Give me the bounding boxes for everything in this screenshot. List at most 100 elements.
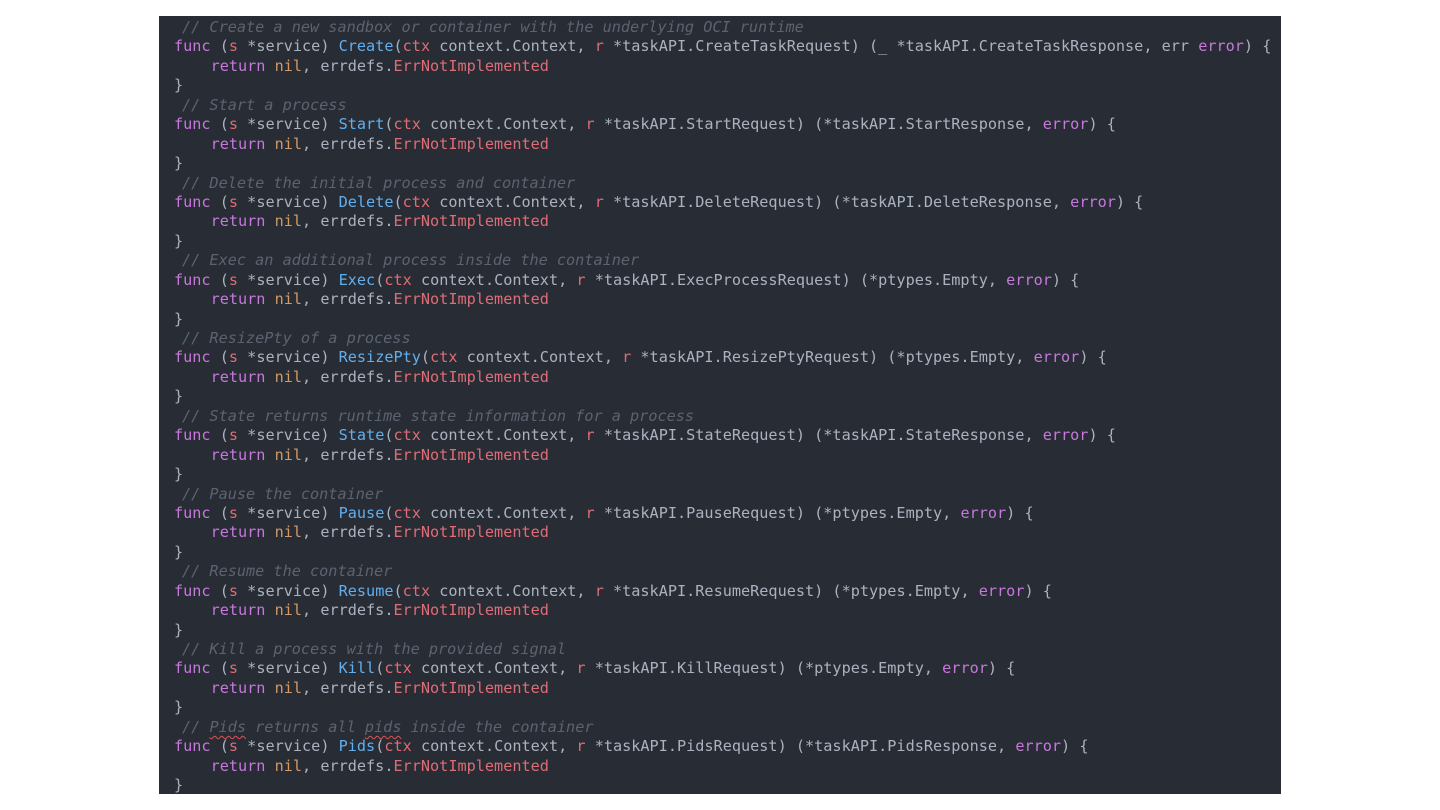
code-comment: // Kill a process with the provided sign… [182, 640, 567, 658]
keyword-func: func [174, 270, 211, 289]
error-constant: ErrNotImplemented [393, 523, 549, 542]
punct: ) { [1006, 503, 1034, 522]
closing-brace: } [174, 465, 184, 484]
punct: ) { [1051, 270, 1080, 289]
param-r: r [576, 270, 586, 289]
punct: ) { [1243, 37, 1272, 56]
param-type: context.Context, [430, 581, 595, 600]
punct: ( [393, 192, 403, 211]
keyword-return: return [210, 367, 266, 386]
keyword-return: return [210, 756, 266, 775]
punct: ( [210, 115, 229, 134]
code-comment-line: // Exec an additional process inside the… [174, 251, 1271, 270]
keyword-func: func [174, 115, 211, 134]
code-close-line: } [174, 387, 1271, 406]
code-func-line: func (s *service) Resume(ctx context.Con… [174, 582, 1271, 601]
keyword-return: return [210, 56, 266, 75]
code-return-line: return nil, errdefs.ErrNotImplemented [174, 757, 1271, 776]
nil-value: nil [265, 367, 303, 386]
code-return-line: return nil, errdefs.ErrNotImplemented [174, 212, 1271, 231]
keyword-return: return [210, 134, 266, 153]
pkg-errdefs: , errdefs. [302, 367, 394, 386]
receiver-name: s [228, 115, 239, 134]
param-ctx: ctx [384, 659, 412, 678]
error-constant: ErrNotImplemented [393, 678, 549, 697]
param-r: r [585, 426, 595, 445]
nil-value: nil [265, 212, 303, 231]
pkg-errdefs: , errdefs. [302, 290, 394, 309]
error-constant: ErrNotImplemented [393, 212, 549, 231]
pkg-errdefs: , errdefs. [302, 756, 394, 775]
receiver-type: *service) [238, 737, 339, 756]
receiver-type: *service) [238, 659, 339, 678]
code-return-line: return nil, errdefs.ErrNotImplemented [174, 679, 1271, 698]
closing-brace: } [174, 154, 184, 173]
param-type: context.Context, [411, 737, 577, 756]
punct: ( [384, 115, 394, 134]
signature-rest: *taskAPI.PidsRequest) (*taskAPI.PidsResp… [585, 737, 1016, 756]
punct: ( [210, 37, 229, 56]
punct: ( [375, 659, 385, 678]
code-return-line: return nil, errdefs.ErrNotImplemented [174, 368, 1271, 387]
signature-rest: *taskAPI.PauseRequest) (*ptypes.Empty, [594, 503, 961, 522]
keyword-return: return [210, 290, 266, 309]
code-comment: // Exec an additional process inside the… [182, 251, 640, 270]
code-comment: // Pause the container [182, 484, 384, 503]
punct: ( [393, 581, 403, 600]
spelling-warning: Pids [209, 717, 247, 736]
error-constant: ErrNotImplemented [393, 367, 549, 386]
keyword-func: func [174, 659, 211, 678]
code-func-line: func (s *service) Start(ctx context.Cont… [174, 115, 1271, 134]
receiver-type: *service) [238, 37, 339, 56]
code-return-line: return nil, errdefs.ErrNotImplemented [174, 57, 1271, 76]
punct: ) { [1079, 348, 1107, 367]
pkg-errdefs: , errdefs. [302, 445, 394, 464]
comment-part: returns all [246, 717, 365, 736]
code-func-line: func (s *service) Create(ctx context.Con… [174, 37, 1271, 56]
keyword-error: error [1006, 270, 1052, 289]
punct: ( [420, 348, 431, 367]
param-type: context.Context, [411, 270, 577, 289]
param-ctx: ctx [393, 503, 421, 522]
code-comment: // Create a new sandbox or container wit… [182, 18, 804, 36]
code-close-line: } [174, 465, 1271, 484]
error-constant: ErrNotImplemented [393, 445, 549, 464]
receiver-name: s [228, 581, 239, 600]
code-func-line: func (s *service) Kill(ctx context.Conte… [174, 659, 1271, 678]
error-constant: ErrNotImplemented [393, 601, 549, 620]
code-editor[interactable]: // Create a new sandbox or container wit… [159, 16, 1281, 794]
comment-part: // [182, 717, 210, 736]
code-comment-line: // Pause the container [174, 485, 1271, 504]
punct: ( [375, 270, 385, 289]
punct: ( [210, 737, 229, 756]
punct: ) { [1024, 581, 1052, 600]
keyword-func: func [174, 581, 211, 600]
error-constant: ErrNotImplemented [393, 134, 549, 153]
pkg-errdefs: , errdefs. [302, 523, 394, 542]
param-r: r [585, 115, 595, 134]
code-return-line: return nil, errdefs.ErrNotImplemented [174, 523, 1271, 542]
keyword-error: error [960, 503, 1007, 522]
receiver-name: s [228, 348, 239, 367]
keyword-func: func [174, 348, 211, 367]
receiver-name: s [228, 503, 239, 522]
param-r: r [576, 659, 586, 678]
param-ctx: ctx [430, 348, 458, 367]
code-comment-line: // Create a new sandbox or container wit… [174, 18, 1271, 37]
keyword-return: return [210, 601, 266, 620]
receiver-type: *service) [238, 115, 339, 134]
function-name: ResizePty [338, 348, 421, 367]
receiver-type: *service) [238, 348, 339, 367]
code-close-line: } [174, 232, 1271, 251]
param-r: r [594, 581, 604, 600]
nil-value: nil [265, 756, 303, 775]
function-name: Kill [338, 659, 376, 678]
punct: ( [210, 192, 229, 211]
error-constant: ErrNotImplemented [393, 56, 549, 75]
param-ctx: ctx [393, 115, 421, 134]
pkg-errdefs: , errdefs. [302, 678, 394, 697]
